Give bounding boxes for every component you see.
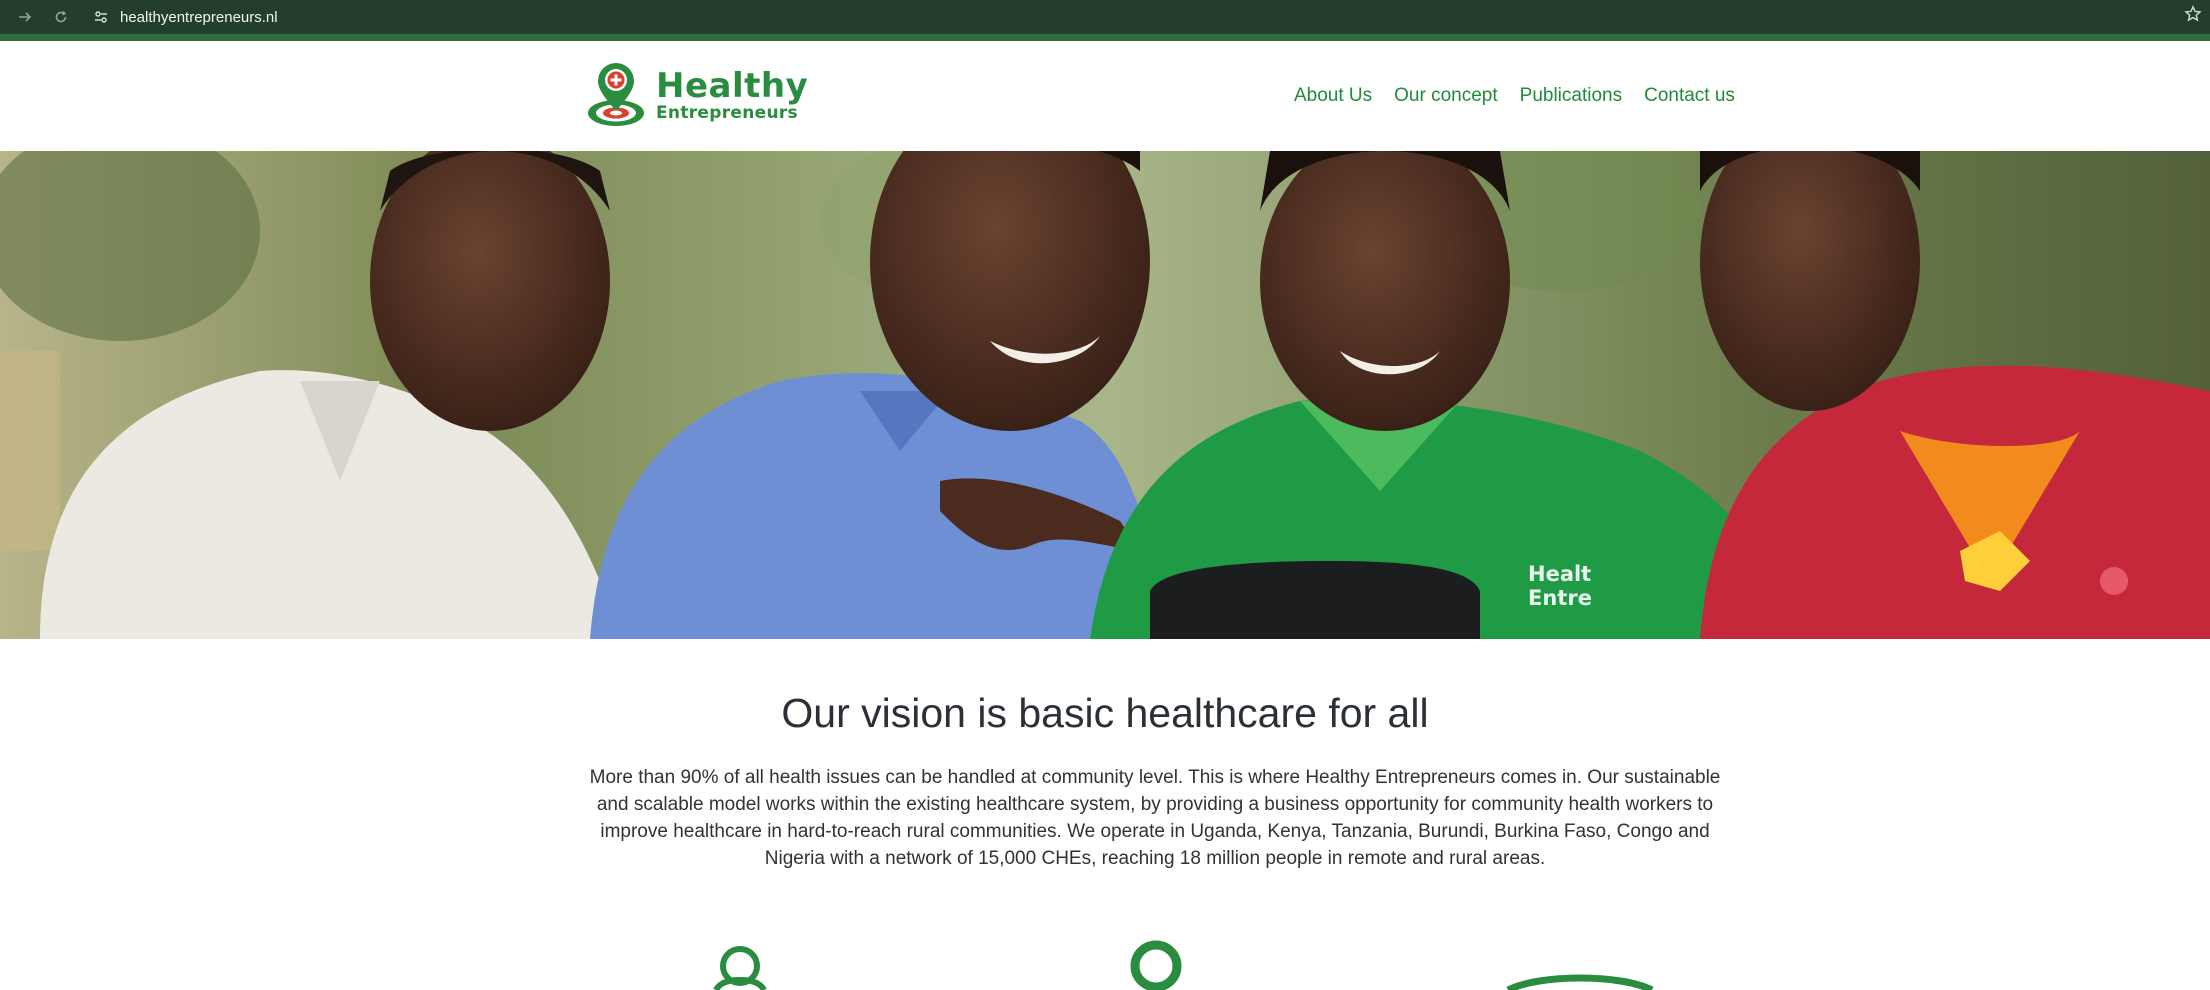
arrow-right-icon [19, 12, 32, 22]
nav-about-us[interactable]: About Us [1294, 85, 1372, 107]
logo[interactable]: Healthy Entrepreneurs [586, 61, 808, 129]
person-icon [713, 946, 767, 990]
vision-text: More than 90% of all health issues can b… [589, 767, 1721, 869]
circle-icon [1506, 974, 1654, 990]
site-header: Healthy Entrepreneurs About Us Our conce… [0, 41, 2210, 151]
logo-subtitle: Entrepreneurs [656, 103, 798, 123]
hero-image: Healt Entre [0, 151, 2210, 639]
reload-button[interactable] [50, 6, 72, 28]
tune-icon[interactable] [88, 4, 114, 30]
reload-icon [55, 11, 67, 23]
nav-contact-us[interactable]: Contact us [1644, 85, 1735, 107]
address-bar[interactable]: healthyentrepreneurs.nl [88, 4, 508, 30]
logo-title: Healthy [656, 66, 809, 106]
forward-button[interactable] [14, 6, 36, 28]
location-pin-logo-icon [588, 63, 644, 126]
main-navigation: About Us Our concept Publications Contac… [1294, 85, 1757, 107]
person-icon [1130, 940, 1182, 990]
url-text[interactable]: healthyentrepreneurs.nl [120, 9, 278, 26]
star-icon [2184, 5, 2202, 22]
nav-our-concept[interactable]: Our concept [1394, 85, 1498, 107]
shirt-logo-line2: Entre [1528, 586, 1592, 610]
shirt-logo-line1: Healt [1528, 562, 1591, 586]
bookmark-button[interactable] [2182, 5, 2204, 27]
nav-publications[interactable]: Publications [1520, 85, 1622, 107]
browser-toolbar: healthyentrepreneurs.nl [0, 0, 2210, 34]
browser-divider [0, 34, 2210, 41]
vision-title: Our vision is basic healthcare for all [781, 690, 1429, 736]
